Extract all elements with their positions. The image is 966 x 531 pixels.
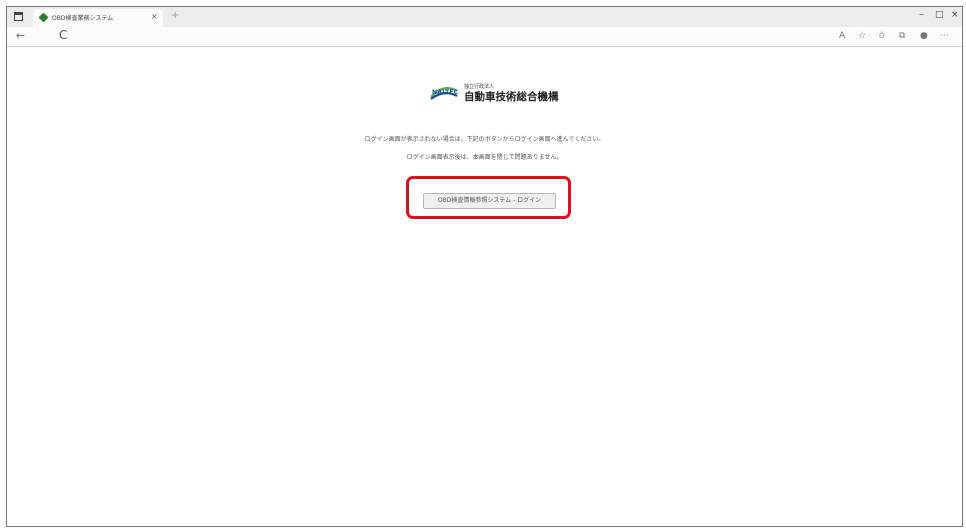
naltec-logo: NALTEC 独立行政法人 自動車技術総合機構 [429,82,559,104]
favorite-icon[interactable]: ☆ [858,31,866,41]
close-tab-icon[interactable]: × [151,12,158,21]
minimize-button[interactable]: – [919,9,924,20]
refresh-icon[interactable]: C [59,28,67,42]
collections-icon[interactable]: ⧉ [899,31,905,41]
favorites-list-icon[interactable]: ✩ [878,31,886,41]
new-tab-button[interactable]: + [171,10,179,21]
window-menu-icon[interactable] [14,12,23,21]
more-icon[interactable]: ··· [940,31,949,41]
back-icon[interactable]: ← [16,29,25,42]
page-content: NALTEC 独立行政法人 自動車技術総合機構 ログイン画面が表示されない場合は… [7,48,962,526]
tab-title: OBD検査業務システム [52,15,114,22]
instruction-line-2: ログイン画面表示後は、本画面を閉じて問題ありません。 [406,154,563,161]
profile-icon[interactable]: ● [920,31,928,41]
tab-bar: OBD検査業務システム × + – □ × [7,7,962,27]
browser-tab[interactable]: OBD検査業務システム × [33,9,163,27]
browser-window: OBD検査業務システム × + – □ × ← C A ☆ ✩ ⧉ ● ··· … [6,6,963,527]
favicon-icon [38,12,49,23]
login-button[interactable]: OBD検査情報参照システム - ログイン [423,193,556,209]
window-close-button[interactable]: × [951,10,959,20]
logo-latin-text: NALTEC [432,89,459,96]
maximize-button[interactable]: □ [935,10,944,20]
address-toolbar: ← C A ☆ ✩ ⧉ ● ··· [7,27,962,47]
logo-org-name: 自動車技術総合機構 [464,91,559,103]
read-aloud-icon[interactable]: A [839,31,845,41]
instruction-line-1: ログイン画面が表示されない場合は、下記のボタンからログイン画面へ進んでください。 [364,136,605,143]
